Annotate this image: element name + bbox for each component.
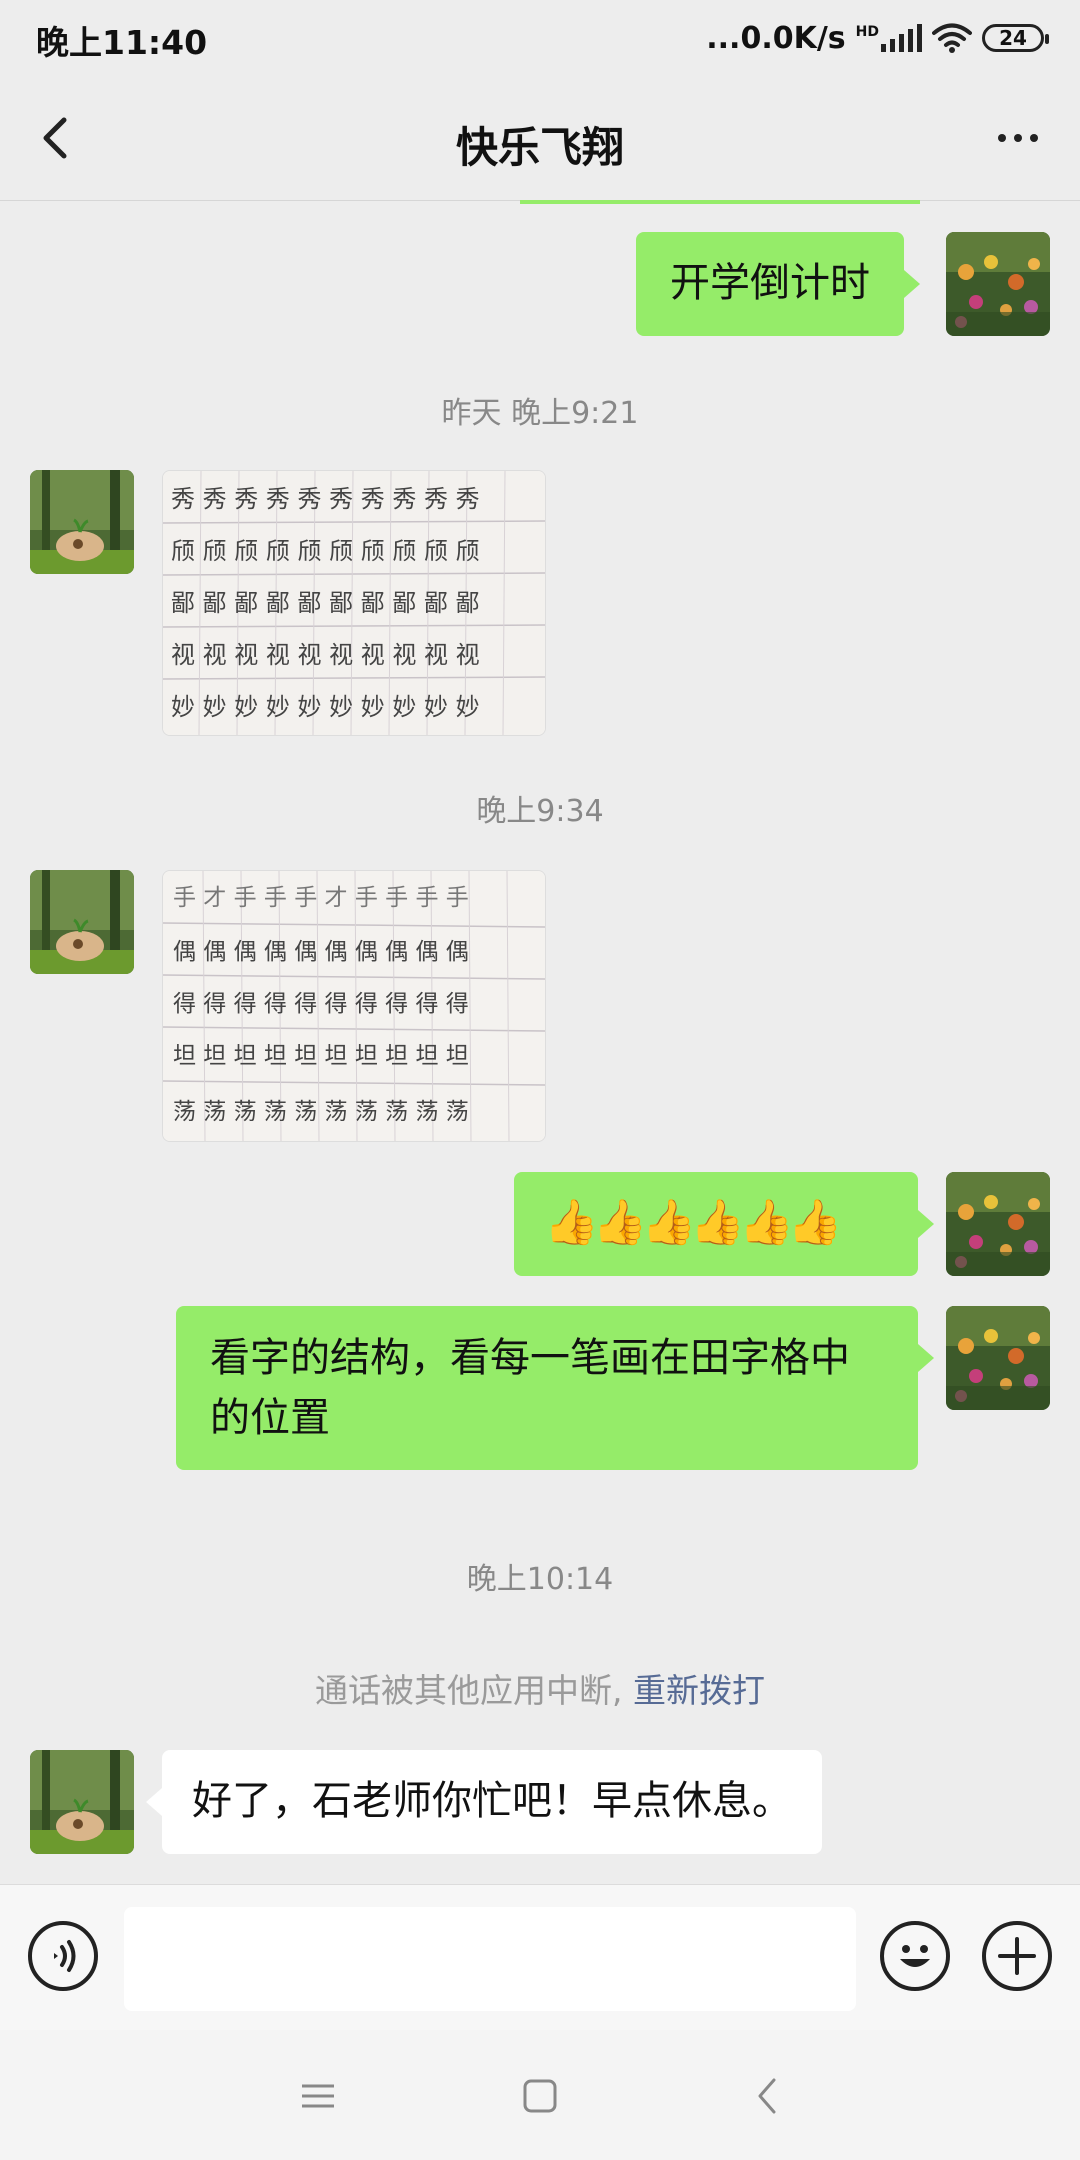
redial-link[interactable]: 重新拨打 (633, 1671, 765, 1710)
message-row-me: 看字的结构，看每一笔画在田字格中的位置 (176, 1306, 934, 1470)
wifi-icon (932, 23, 972, 53)
svg-text:颀 颀 颀 颀 颀 颀 颀 颀 颀 颀: 颀 颀 颀 颀 颀 颀 颀 颀 颀 颀 (171, 537, 480, 565)
nav-back-button[interactable] (740, 2068, 796, 2124)
home-button[interactable] (512, 2068, 568, 2124)
timestamp: 昨天 晚上9:21 (441, 396, 639, 431)
plus-icon (998, 1937, 1036, 1975)
svg-text:荡 荡 荡 荡 荡 荡 荡 荡 荡 荡: 荡 荡 荡 荡 荡 荡 荡 荡 荡 荡 (173, 1099, 469, 1125)
status-bar: 晚上11:40 ...0.0K/s HD 24 (0, 0, 1080, 78)
timestamp: 晚上9:34 (476, 794, 604, 829)
handwriting-image-1[interactable]: 秀 秀 秀 秀 秀 秀 秀 秀 秀 秀 颀 颀 颀 颀 颀 颀 颀 颀 颀 颀 … (162, 470, 546, 736)
chat-message-list[interactable]: 开学倒计时 昨天 晚上9:21 秀 秀 秀 秀 秀 秀 秀 秀 秀 秀 颀 颀 … (0, 200, 1080, 1884)
status-indicators: ...0.0K/s HD 24 (706, 14, 1049, 62)
status-time: 晚上11:40 (36, 23, 208, 62)
message-input[interactable] (124, 1907, 856, 2011)
svg-text:秀 秀 秀 秀 秀 秀 秀 秀 秀 秀: 秀 秀 秀 秀 秀 秀 秀 秀 秀 秀 (171, 485, 480, 513)
chat-title: 快乐飞翔 (455, 123, 624, 172)
svg-text:手 才 手 手 手 才 手 手 手 手: 手 才 手 手 手 才 手 手 手 手 (173, 885, 469, 911)
more-dots-icon (998, 134, 1006, 142)
message-bubble[interactable]: 好了，石老师你忙吧！早点休息。 (162, 1750, 822, 1854)
emoji-icon (900, 1945, 930, 1967)
chat-header: 快乐飞翔 (0, 78, 1080, 201)
my-avatar[interactable] (946, 1172, 1050, 1276)
voice-icon (54, 1940, 76, 1972)
my-avatar[interactable] (946, 232, 1050, 336)
menu-icon (302, 2084, 334, 2108)
my-avatar[interactable] (946, 1306, 1050, 1410)
svg-text:妙 妙 妙 妙 妙 妙 妙 妙 妙 妙: 妙 妙 妙 妙 妙 妙 妙 妙 妙 妙 (171, 693, 480, 721)
handwriting-image-2[interactable]: 手 才 手 手 手 才 手 手 手 手 偶 偶 偶 偶 偶 偶 偶 偶 偶 偶 … (162, 870, 546, 1142)
menu-button[interactable] (290, 2068, 346, 2124)
input-bar (0, 1884, 1080, 2031)
voice-button[interactable] (28, 1921, 98, 1991)
message-bubble[interactable]: 👍👍👍👍👍👍 (514, 1172, 918, 1276)
hd-label: HD (855, 24, 879, 40)
svg-text:鄙 鄙 鄙 鄙 鄙 鄙 鄙 鄙 鄙 鄙: 鄙 鄙 鄙 鄙 鄙 鄙 鄙 鄙 鄙 鄙 (171, 589, 480, 617)
message-row-me: 开学倒计时 (636, 232, 920, 336)
network-speed: ...0.0K/s (706, 20, 846, 56)
message-bubble[interactable]: 看字的结构，看每一笔画在田字格中的位置 (176, 1306, 918, 1470)
plus-button[interactable] (982, 1921, 1052, 1991)
contact-avatar[interactable] (30, 470, 134, 574)
message-row-other: 好了，石老师你忙吧！早点休息。 (146, 1750, 822, 1854)
battery-level: 24 (999, 26, 1027, 50)
more-button[interactable] (986, 106, 1050, 170)
emoji-button[interactable] (880, 1921, 950, 1991)
message-row-me: 👍👍👍👍👍👍 (514, 1172, 934, 1276)
svg-text:得 得 得 得 得 得 得 得 得 得: 得 得 得 得 得 得 得 得 得 得 (173, 991, 469, 1017)
svg-text:偶 偶 偶 偶 偶 偶 偶 偶 偶 偶: 偶 偶 偶 偶 偶 偶 偶 偶 偶 偶 (173, 939, 469, 965)
system-nav-bar (0, 2030, 1080, 2160)
svg-text:视 视 视 视 视 视 视 视 视 视: 视 视 视 视 视 视 视 视 视 视 (171, 641, 480, 669)
home-square-icon (523, 2079, 557, 2113)
contact-avatar[interactable] (30, 1750, 134, 1854)
back-triangle-icon (758, 2078, 776, 2114)
svg-text:坦 坦 坦 坦 坦 坦 坦 坦 坦 坦: 坦 坦 坦 坦 坦 坦 坦 坦 坦 坦 (173, 1043, 469, 1069)
signal-icon: HD (856, 24, 922, 52)
previous-bubble-edge (520, 200, 920, 204)
message-bubble[interactable]: 开学倒计时 (636, 232, 904, 336)
battery-icon: 24 (982, 24, 1049, 52)
call-interrupted-notice: 通话被其他应用中断, 重新拨打 (0, 1664, 1080, 1712)
timestamp: 晚上10:14 (466, 1562, 614, 1597)
system-text: 通话被其他应用中断, (315, 1671, 623, 1710)
contact-avatar[interactable] (30, 870, 134, 974)
